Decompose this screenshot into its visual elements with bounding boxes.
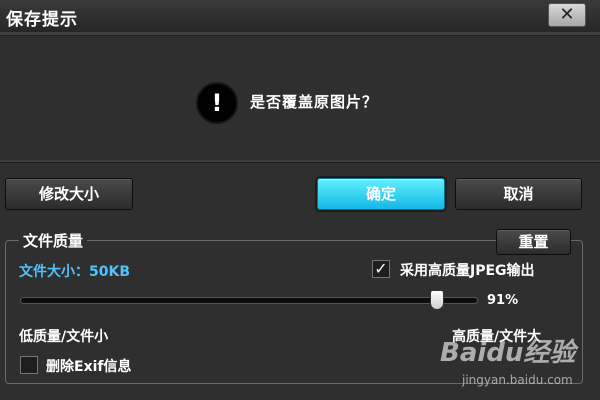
separator: [0, 160, 600, 163]
save-prompt-dialog: 保存提示 ✕ ! 是否覆盖原图片？ 修改大小 确定 取消 文件质量 重置 文件大…: [0, 0, 600, 400]
high-quality-jpeg-label[interactable]: 采用高质量JPEG输出: [400, 260, 535, 280]
cancel-button[interactable]: 取消: [455, 178, 582, 210]
reset-button[interactable]: 重置: [496, 229, 571, 255]
file-size-text: 文件大小：50KB: [19, 264, 131, 280]
remove-exif-label[interactable]: 删除Exif信息: [46, 356, 131, 376]
dialog-title: 保存提示: [6, 10, 78, 30]
close-button[interactable]: ✕: [548, 3, 586, 27]
ok-button[interactable]: 确定: [317, 178, 445, 210]
quality-slider-track[interactable]: [20, 297, 478, 304]
high-quality-jpeg-checkbox[interactable]: ✓: [372, 260, 390, 278]
watermark-url: jingyan.baidu.com: [462, 373, 573, 387]
title-bar: 保存提示 ✕: [0, 0, 600, 33]
file-quality-label: 文件质量: [19, 230, 88, 251]
baidu-jingyan-watermark: Baidu经验: [440, 338, 576, 368]
title-divider: [0, 32, 600, 36]
remove-exif-checkbox[interactable]: [20, 356, 38, 374]
quality-value: 91%: [487, 293, 519, 308]
exclamation-icon: !: [196, 82, 238, 124]
quality-slider-thumb[interactable]: [429, 290, 444, 310]
prompt-message: 是否覆盖原图片？: [250, 93, 379, 111]
low-quality-label: 低质量/文件小: [19, 329, 109, 345]
resize-button[interactable]: 修改大小: [5, 178, 133, 210]
